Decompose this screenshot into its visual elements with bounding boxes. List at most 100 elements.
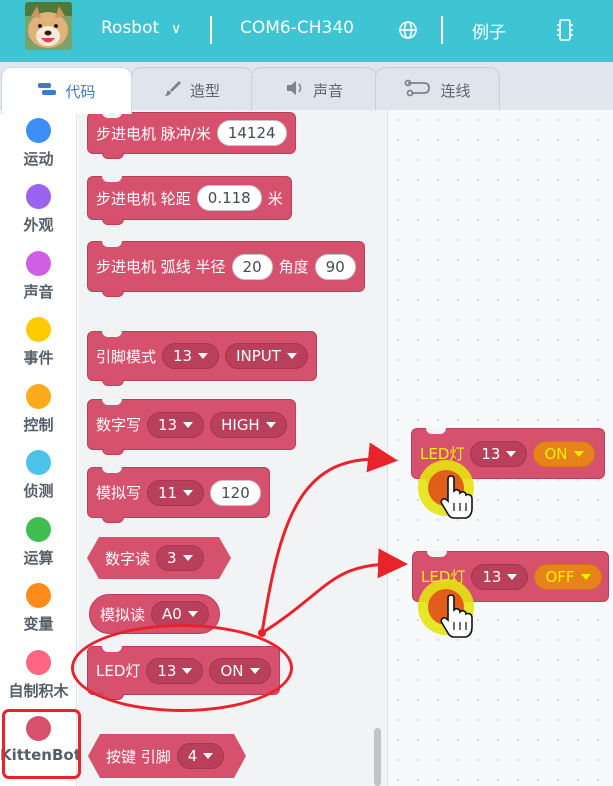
connection-icon [404,77,432,103]
block-stepper-ppm[interactable]: 步进电机 脉冲/米 14124 [87,112,296,159]
category-dot [26,184,51,209]
block-label: 步进电机 弧线 半径 [96,258,226,276]
number-input[interactable]: 0.118 [196,185,262,211]
tab-label: 声音 [312,81,343,100]
pin-dropdown[interactable]: 13 [471,563,529,590]
block-pin-mode[interactable]: 引脚模式 13 INPUT [87,331,317,386]
tab-costumes[interactable]: 造型 [131,67,253,112]
level-dropdown[interactable]: HIGH [210,411,287,438]
tab-sounds[interactable]: 声音 [251,67,377,112]
caret-down-icon [286,353,297,359]
pin-dropdown[interactable]: 13 [147,411,205,438]
category-looks[interactable]: 外观 [0,184,77,235]
number-input[interactable]: 20 [231,253,273,280]
workspace-block-led-on[interactable]: LED灯 13 ON [411,428,605,484]
block-digital-write[interactable]: 数字写 13 HIGH [87,399,296,455]
category-dot [26,251,51,276]
dropdown-value: 13 [481,444,501,463]
brush-icon [164,79,182,101]
block-label: 按键 引脚 [106,747,171,766]
block-analog-write[interactable]: 模拟写 11 120 [87,467,270,523]
block-label: 数字写 [96,416,142,434]
block-label: 模拟读 [100,605,146,624]
caret-down-icon [187,611,198,617]
tab-code[interactable]: 代码 [1,67,132,114]
tab-label: 代码 [65,82,96,101]
dropdown-value: 13 [173,347,193,365]
block-label: 模拟写 [96,484,142,502]
dropdown-value: ON [544,444,568,463]
device-name[interactable]: Rosbot [101,18,159,38]
block-label: 步进电机 脉冲/米 [96,124,211,143]
category-sensing[interactable]: 侦测 [0,450,77,501]
palette-scrollbar[interactable] [374,728,381,786]
category-operators[interactable]: 运算 [0,517,77,568]
highlight-ellipse [71,624,293,712]
category-label: 外观 [23,216,54,234]
caret-down-icon [198,353,209,359]
tab-label: 造型 [189,81,220,100]
dropdown-value: 13 [158,415,178,434]
block-button-pin[interactable]: 按键 引脚 4 [88,734,246,778]
workspace-block-led-off[interactable]: LED灯 13 OFF [412,551,609,607]
block-stepper-arc[interactable]: 步进电机 弧线 半径 20 角度 90 [87,241,365,297]
app-window: Rosbot ∨ COM6-CH340 例子 代码 造型 声音 连线 运动 外观… [0,0,613,786]
globe-icon[interactable] [398,20,418,44]
pin-dropdown[interactable]: 13 [162,343,220,369]
category-label: 控制 [23,416,54,434]
chevron-down-icon[interactable]: ∨ [171,21,181,37]
caret-down-icon [573,450,584,457]
pin-dropdown[interactable]: 3 [156,545,204,571]
category-control[interactable]: 控制 [0,384,77,435]
number-input[interactable]: 14124 [216,120,287,146]
block-digital-read[interactable]: 数字读 3 [87,537,231,579]
caret-down-icon [580,573,591,580]
dropdown-value: 13 [482,567,502,586]
category-dot [26,384,51,409]
speaker-icon [285,80,305,100]
category-dot [26,450,51,475]
caret-down-icon [183,555,193,561]
state-dropdown[interactable]: OFF [534,563,602,590]
number-input[interactable]: 90 [314,253,356,280]
category-dot [26,118,51,143]
mode-dropdown[interactable]: INPUT [225,343,308,369]
caret-down-icon [183,421,194,428]
number-input[interactable]: 120 [210,479,261,506]
caret-down-icon [507,573,518,580]
pin-dropdown[interactable]: 13 [470,440,528,467]
category-dot [26,517,51,542]
category-sound[interactable]: 声音 [0,251,77,302]
category-label: 运算 [23,549,54,567]
category-dot [26,317,51,342]
category-label: 运动 [23,150,54,168]
category-motion[interactable]: 运动 [0,118,77,169]
examples-button[interactable]: 例子 [472,18,506,43]
block-stepper-wheelbase[interactable]: 步进电机 轮距 0.118 米 [87,176,292,225]
category-variables[interactable]: 变量 [0,583,77,634]
port-selector[interactable]: COM6-CH340 [240,18,354,38]
block-label: LED灯 [421,568,466,586]
category-dot [26,583,51,608]
dropdown-value: A0 [162,605,182,623]
tab-connection[interactable]: 连线 [375,67,500,112]
category-dot [26,650,51,675]
category-label: 事件 [23,349,54,367]
block-label: 步进电机 轮距 [96,189,191,208]
caret-down-icon [506,450,517,457]
chip-icon[interactable] [556,18,574,46]
divider [210,16,212,44]
pin-dropdown[interactable]: 4 [177,743,225,769]
category-label: 侦测 [23,482,54,500]
pin-dropdown[interactable]: 11 [147,479,205,506]
caret-down-icon [183,489,194,496]
category-my-blocks[interactable]: 自制积木 [0,650,77,701]
caret-down-icon [265,421,276,428]
avatar[interactable] [25,2,72,50]
code-icon [37,82,57,100]
category-events[interactable]: 事件 [0,317,77,368]
block-label: 角度 [278,258,309,276]
dropdown-value: OFF [545,567,575,586]
state-dropdown[interactable]: ON [533,440,595,467]
block-label: 数字读 [105,549,151,568]
